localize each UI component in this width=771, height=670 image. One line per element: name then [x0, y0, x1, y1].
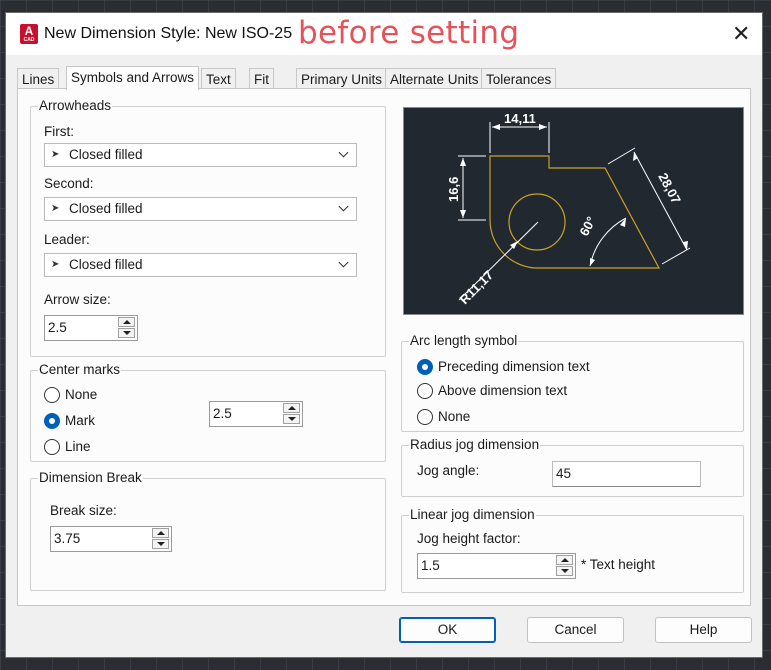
dimension-break-group: Dimension Break Break size: 3.75	[30, 470, 386, 591]
arrow-size-label: Arrow size:	[44, 292, 111, 307]
break-size-label: Break size:	[50, 503, 117, 518]
dim-text-top: 14,11	[504, 111, 536, 126]
preview-drawing: 14,11 16,6 28,07 60° R11,17	[446, 111, 691, 307]
chevron-down-icon	[338, 147, 349, 158]
break-size-stepper[interactable]: 3.75	[50, 526, 172, 552]
dimension-break-title: Dimension Break	[38, 470, 143, 485]
help-button[interactable]: Help	[655, 617, 752, 643]
first-label: First:	[44, 124, 74, 139]
center-mark-mark-label: Mark	[65, 413, 95, 428]
arrow-size-up-button[interactable]	[118, 317, 135, 327]
app-icon-caption: CAD	[23, 37, 35, 43]
dim-text-angle: 60°	[576, 214, 598, 238]
arrowheads-title: Arrowheads	[38, 98, 113, 113]
radius-jog-group: Radius jog dimension Jog angle: 45	[401, 437, 744, 497]
break-size-down-button[interactable]	[152, 539, 169, 549]
arrow-size-value: 2.5	[48, 320, 67, 335]
closed-filled-arrow-icon: ➤	[51, 149, 60, 160]
closed-filled-arrow-icon: ➤	[51, 203, 60, 214]
tab-fit[interactable]: Fit	[249, 68, 274, 89]
center-mark-size-down-button[interactable]	[283, 414, 300, 424]
autocad-app-icon: A CAD	[20, 24, 38, 44]
arc-preceding-label: Preceding dimension text	[438, 359, 590, 374]
dim-text-right: 28,07	[655, 170, 684, 206]
preview-geometry	[489, 155, 661, 269]
center-mark-size-value: 2.5	[213, 406, 232, 421]
symbols-and-arrows-panel: Arrowheads First: ➤ Closed filled Second…	[17, 88, 751, 606]
preview-dimension-texts: 14,11 16,6 28,07 60° R11,17	[446, 111, 684, 307]
tab-text[interactable]: Text	[201, 68, 236, 89]
dimension-preview: 14,11 16,6 28,07 60° R11,17	[403, 107, 744, 315]
arc-none-label: None	[438, 409, 471, 424]
jog-angle-label: Jog angle:	[417, 463, 480, 478]
first-arrowhead-value: Closed filled	[69, 147, 143, 162]
leader-arrowhead-dropdown[interactable]: ➤ Closed filled	[44, 253, 357, 277]
center-mark-line-label: Line	[65, 439, 91, 454]
center-mark-none-label: None	[65, 387, 98, 402]
dim-text-radius: R11,17	[457, 267, 497, 307]
tab-lines[interactable]: Lines	[17, 68, 60, 89]
break-size-value: 3.75	[54, 531, 81, 546]
leader-arrowhead-value: Closed filled	[69, 257, 143, 272]
cancel-button[interactable]: Cancel	[527, 617, 624, 643]
closed-filled-arrow-icon: ➤	[51, 259, 60, 270]
arrow-size-stepper[interactable]: 2.5	[44, 315, 138, 341]
jog-angle-input[interactable]: 45	[552, 461, 701, 487]
linear-jog-title: Linear jog dimension	[409, 507, 536, 522]
preview-arrowheads	[460, 124, 688, 266]
linear-jog-group: Linear jog dimension Jog height factor: …	[401, 507, 744, 593]
window-title: New Dimension Style: New ISO-25	[44, 25, 293, 42]
second-label: Second:	[44, 176, 94, 191]
chevron-down-icon	[338, 257, 349, 268]
tab-alternate-units[interactable]: Alternate Units	[385, 68, 484, 89]
arrow-size-down-button[interactable]	[118, 328, 135, 338]
jog-height-factor-value: 1.5	[421, 558, 440, 573]
tab-primary-units[interactable]: Primary Units	[296, 68, 388, 89]
jog-height-factor-label: Jog height factor:	[417, 531, 521, 546]
annotation-label: before setting	[298, 15, 520, 51]
preview-dimension-lines	[458, 122, 691, 301]
arc-above-label: Above dimension text	[438, 383, 568, 398]
second-arrowhead-dropdown[interactable]: ➤ Closed filled	[44, 197, 357, 221]
second-arrowhead-value: Closed filled	[69, 201, 143, 216]
jog-height-factor-up-button[interactable]	[556, 555, 573, 565]
dim-text-left: 16,6	[446, 177, 461, 202]
first-arrowhead-dropdown[interactable]: ➤ Closed filled	[44, 143, 357, 167]
arc-length-group: Arc length symbol Preceding dimension te…	[401, 333, 744, 432]
text-height-suffix: * Text height	[581, 557, 656, 572]
break-size-up-button[interactable]	[152, 528, 169, 538]
app-icon-letter: A	[24, 24, 34, 38]
close-icon[interactable]: ✕	[732, 23, 750, 45]
jog-height-factor-stepper[interactable]: 1.5	[417, 553, 576, 579]
center-marks-group: Center marks None Mark Line 2.5	[30, 362, 386, 462]
center-mark-size-stepper[interactable]: 2.5	[209, 401, 303, 427]
dimension-style-dialog: A CAD New Dimension Style: New ISO-25 be…	[5, 12, 763, 658]
center-mark-size-up-button[interactable]	[283, 403, 300, 413]
arrowheads-group: Arrowheads First: ➤ Closed filled Second…	[30, 98, 386, 357]
chevron-down-icon	[338, 201, 349, 212]
tab-tolerances[interactable]: Tolerances	[481, 68, 557, 89]
radius-jog-title: Radius jog dimension	[409, 437, 541, 452]
jog-angle-value: 45	[556, 466, 572, 481]
ok-button[interactable]: OK	[399, 617, 496, 643]
leader-label: Leader:	[44, 232, 90, 247]
arc-length-title: Arc length symbol	[409, 333, 519, 348]
center-marks-title: Center marks	[38, 362, 122, 377]
jog-height-factor-down-button[interactable]	[556, 566, 573, 576]
title-bar: A CAD New Dimension Style: New ISO-25 be…	[6, 13, 762, 55]
tab-symbols-and-arrows[interactable]: Symbols and Arrows	[66, 66, 200, 90]
